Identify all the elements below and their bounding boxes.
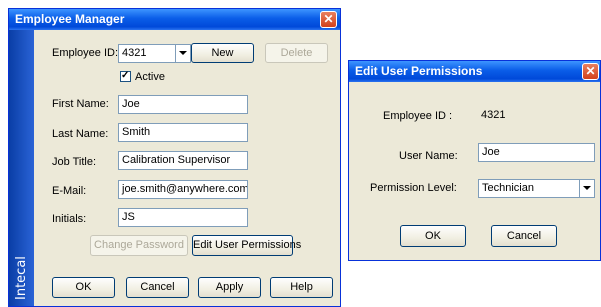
employee-id-dropdown[interactable] (175, 45, 190, 62)
ok-button[interactable]: OK (52, 277, 115, 298)
active-checkbox[interactable]: ✓ (120, 70, 131, 82)
user-name-label: User Name: (399, 150, 458, 162)
apply-button[interactable]: Apply (198, 277, 261, 298)
employee-manager-titlebar[interactable]: Employee Manager (9, 9, 340, 30)
help-button[interactable]: Help (270, 277, 333, 298)
user-name-field[interactable]: Joe (478, 143, 595, 162)
employee-id-label: Employee ID: (52, 47, 119, 59)
edit-user-permissions-button[interactable]: Edit User Permissions (192, 235, 301, 256)
employee-manager-window: Employee Manager ✕ Intecal Employee ID: … (8, 8, 341, 307)
change-password-button[interactable]: Change Password (90, 235, 188, 256)
checkmark-icon: ✓ (121, 70, 130, 81)
delete-button[interactable]: Delete (265, 43, 328, 63)
permission-level-label: Permission Level: (370, 182, 457, 194)
email-field[interactable]: joe.smith@anywhere.com (118, 180, 248, 199)
job-title-label: Job Title: (52, 156, 97, 168)
employee-manager-title: Employee Manager (15, 12, 125, 26)
employee-id-select[interactable]: 4321 (118, 44, 191, 63)
permissions-cancel-button[interactable]: Cancel (491, 225, 557, 247)
edit-permissions-title: Edit User Permissions (355, 64, 483, 78)
first-name-label: First Name: (52, 98, 109, 110)
brand-sidebar: Intecal (9, 30, 34, 306)
close-icon[interactable]: ✕ (320, 11, 337, 28)
brand-label: Intecal (14, 256, 29, 300)
edit-permissions-window: Edit User Permissions ✕ Employee ID : 43… (348, 60, 601, 261)
job-title-field[interactable]: Calibration Supervisor (118, 151, 248, 170)
initials-field[interactable]: JS (118, 208, 248, 227)
active-label: Active (135, 71, 165, 83)
new-button[interactable]: New (191, 43, 254, 63)
edit-permissions-titlebar[interactable]: Edit User Permissions (349, 61, 600, 82)
permissions-employee-id-label: Employee ID : (383, 110, 453, 122)
permissions-employee-id-value: 4321 (481, 109, 506, 121)
cancel-button[interactable]: Cancel (126, 277, 189, 298)
close-icon[interactable]: ✕ (582, 63, 599, 80)
permission-level-select[interactable]: Technician (478, 179, 595, 198)
initials-label: Initials: (52, 213, 87, 225)
email-label: E-Mail: (52, 185, 87, 197)
permission-level-value: Technician (482, 182, 534, 194)
last-name-label: Last Name: (52, 128, 109, 140)
chevron-down-icon (179, 51, 187, 55)
chevron-down-icon (583, 186, 591, 190)
permission-level-dropdown[interactable] (579, 180, 594, 197)
last-name-field[interactable]: Smith (118, 123, 248, 142)
first-name-field[interactable]: Joe (118, 95, 248, 114)
permissions-ok-button[interactable]: OK (400, 225, 466, 247)
employee-id-value: 4321 (122, 47, 147, 59)
